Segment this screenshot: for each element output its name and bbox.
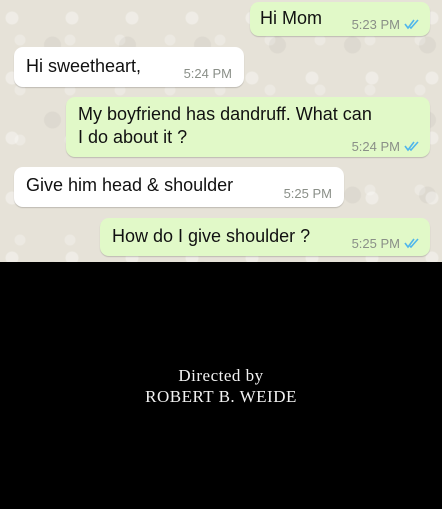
read-ticks-icon — [404, 134, 420, 157]
outgoing-message[interactable]: Hi Mom 5:23 PM — [250, 2, 430, 36]
message-text-line: My boyfriend has dandruff. What can — [78, 104, 372, 124]
outgoing-message[interactable]: How do I give shoulder ? 5:25 PM — [100, 218, 430, 256]
credit-line-directed-by: Directed by — [178, 366, 264, 385]
read-ticks-icon — [404, 12, 420, 35]
incoming-message[interactable]: Hi sweetheart, 5:24 PM — [14, 47, 244, 87]
message-time: 5:25 PM — [283, 186, 332, 201]
incoming-message[interactable]: Give him head & shoulder 5:25 PM — [14, 167, 344, 207]
message-text: Hi Mom — [260, 8, 322, 28]
credit-line-director-name: ROBERT B. WEIDE — [145, 387, 297, 406]
message-time: 5:23 PM — [351, 17, 400, 32]
message-time: 5:25 PM — [351, 236, 400, 251]
message-text: How do I give shoulder ? — [112, 226, 311, 246]
credits-panel: Directed by ROBERT B. WEIDE — [0, 262, 442, 509]
message-time: 5:24 PM — [183, 66, 232, 81]
message-time: 5:24 PM — [351, 139, 400, 154]
read-ticks-icon — [404, 231, 420, 254]
chat-window: Hi Mom 5:23 PM Hi sweetheart, 5:24 PM My… — [0, 0, 442, 262]
message-text: Hi sweetheart, — [26, 56, 142, 76]
message-text: Give him head & shoulder — [26, 175, 234, 195]
outgoing-message[interactable]: My boyfriend has dandruff. What can I do… — [66, 97, 430, 157]
